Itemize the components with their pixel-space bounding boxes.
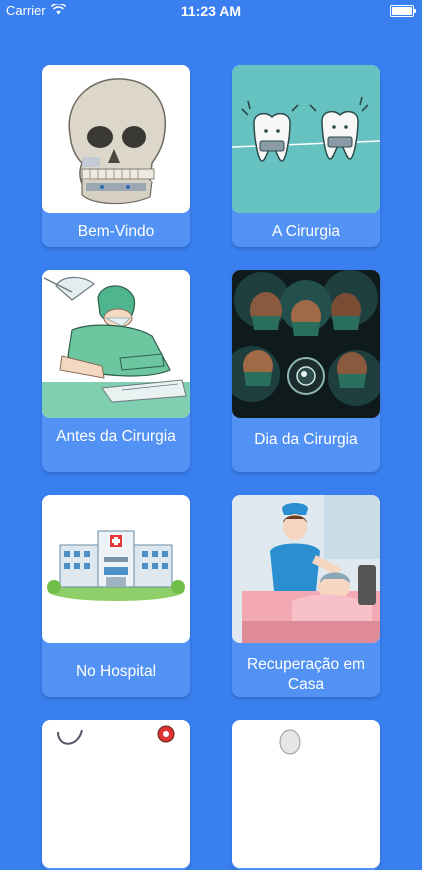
- menu-card-antes-da-cirurgia[interactable]: Antes da Cirurgia: [42, 270, 190, 472]
- menu-card-lamp[interactable]: [232, 720, 380, 870]
- menu-card-label: A Cirurgia: [271, 223, 341, 240]
- menu-card-dia-da-cirurgia[interactable]: Dia da Cirurgia: [232, 270, 380, 472]
- menu-card-label: Bem-Vindo: [77, 223, 155, 240]
- menu-card-label: Antes da Cirurgia: [56, 428, 176, 445]
- battery-icon: [390, 5, 416, 17]
- surgeon-illustration: [42, 270, 190, 418]
- menu-card-a-cirurgia[interactable]: A Cirurgia: [232, 65, 380, 247]
- teeth-braces-illustration: [232, 65, 380, 213]
- surgical-team-illustration: [232, 270, 380, 418]
- menu-card-stethoscope[interactable]: [42, 720, 190, 870]
- menu-card-label: No Hospital: [75, 663, 157, 680]
- menu-card-no-hospital[interactable]: No Hospital: [42, 495, 190, 697]
- status-bar: Carrier 11:23 AM: [0, 0, 422, 22]
- skull-illustration: [42, 65, 190, 213]
- stethoscope-illustration: [42, 720, 190, 868]
- menu-card-recuperacao-em-casa[interactable]: Recuperação em Casa: [232, 495, 380, 697]
- menu-card-bem-vindo[interactable]: Bem-Vindo: [42, 65, 190, 247]
- hospital-building-illustration: [42, 495, 190, 643]
- lamp-illustration: [232, 720, 380, 868]
- menu-card-label: Dia da Cirurgia: [254, 431, 358, 448]
- status-time: 11:23 AM: [180, 3, 242, 19]
- menu-card-label: Recuperação em Casa: [246, 656, 366, 693]
- nurse-patient-illustration: [232, 495, 380, 643]
